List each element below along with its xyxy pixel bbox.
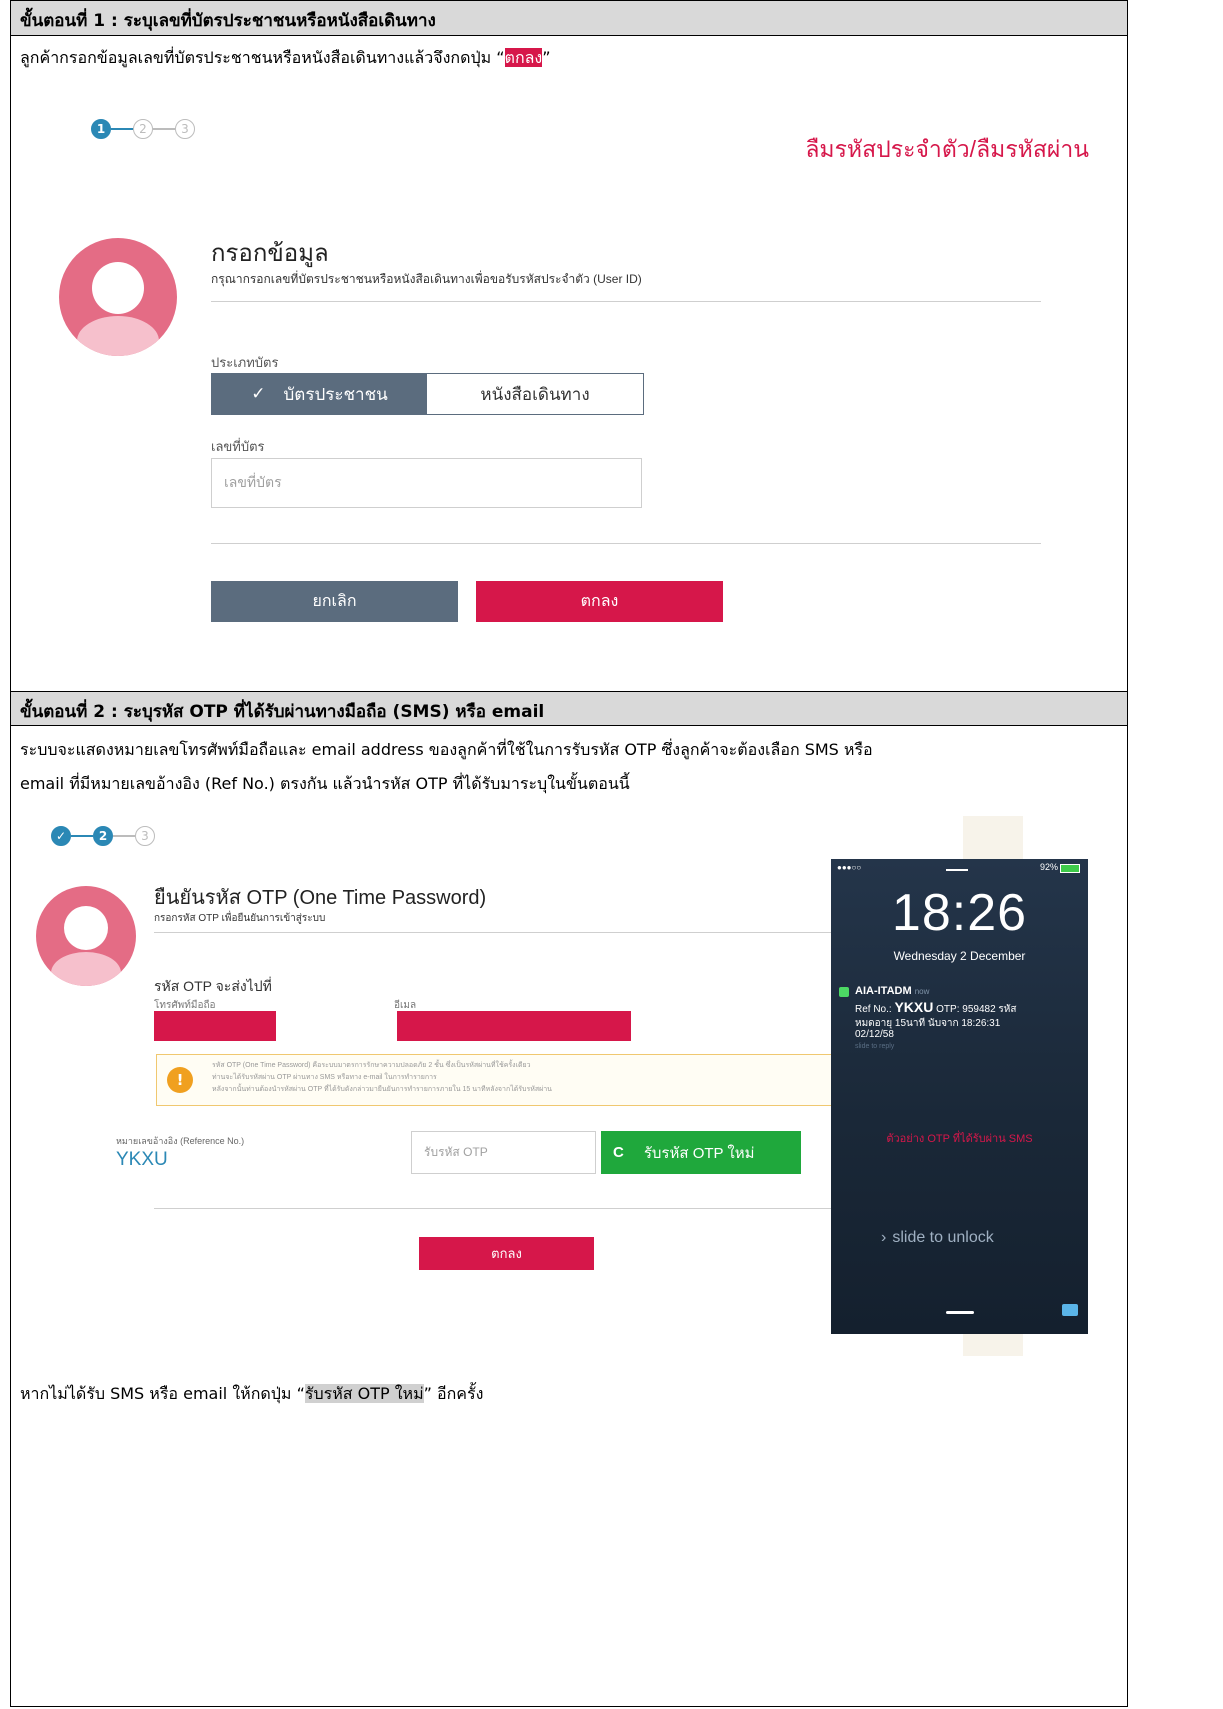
notice-line2: ท่านจะได้รับรหัสผ่าน OTP ผ่านทาง SMS หรื… xyxy=(212,1074,437,1081)
send-to-label: รหัส OTP จะส่งไปที่ xyxy=(154,978,272,994)
sms-sender: AIA-ITADM now xyxy=(855,985,929,997)
ref-value: YKXU xyxy=(116,1149,168,1170)
step2-footer: หากไม่ได้รับ SMS หรือ email ให้กดปุ่ม “ร… xyxy=(20,1382,483,1407)
step-dot-3: 3 xyxy=(175,119,195,139)
slide-to-unlock-label: slide to unlock xyxy=(892,1229,994,1246)
ok-button[interactable]: ตกลง xyxy=(476,581,723,622)
card-type-toggle[interactable]: ✓ บัตรประชาชน หนังสือเดินทาง xyxy=(211,373,644,415)
step1-header: ขั้นตอนที่ 1 : ระบุเลขที่บัตรประชาชนหรือ… xyxy=(11,1,1127,36)
option-id-card[interactable]: ✓ บัตรประชาชน xyxy=(212,374,427,414)
step1-progress-stepper: 1 2 3 xyxy=(91,119,195,139)
sms-ref-prefix: Ref No.: xyxy=(855,1004,892,1015)
step-dot-1: 1 xyxy=(91,119,111,139)
carrier-signal: ●●●○○ xyxy=(837,863,862,872)
form-title: กรอกข้อมูล xyxy=(211,240,329,267)
step-dot-3: 3 xyxy=(135,826,155,846)
resend-otp-button[interactable]: C รับรหัส OTP ใหม่ xyxy=(601,1131,801,1174)
redacted-mobile xyxy=(154,1011,276,1041)
home-indicator xyxy=(946,1311,974,1314)
card-number-input[interactable]: เลขที่บัตร xyxy=(211,458,642,508)
step-done-icon: ✓ xyxy=(51,826,71,846)
step2-paragraph-line1: ระบบจะแสดงหมายเลขโทรศัพท์มือถือและ email… xyxy=(20,740,873,759)
message-icon xyxy=(839,987,849,997)
sms-ref-line: Ref No.: YKXU OTP: 959482 รหัส xyxy=(855,999,1016,1017)
card-type-label: ประเภทบัตร xyxy=(211,355,279,370)
notice-line3: หลังจากนั้นท่านต้องนำรหัสผ่าน OTP ที่ได้… xyxy=(212,1086,552,1093)
slide-to-reply: slide to reply xyxy=(855,1043,895,1050)
divider xyxy=(154,932,834,933)
ref-label: หมายเลขอ้างอิง (Reference No.) xyxy=(116,1136,245,1146)
form-subtitle: กรุณากรอกเลขที่บัตรประชาชนหรือหนังสือเดิ… xyxy=(211,272,642,286)
avatar-icon xyxy=(59,238,177,356)
sms-caption: ตัวอย่าง OTP ที่ได้รับผ่าน SMS xyxy=(886,1133,1033,1145)
ok-button[interactable]: ตกลง xyxy=(419,1237,594,1270)
battery-icon xyxy=(1060,864,1080,873)
sms-time: now xyxy=(914,987,930,996)
step1-screenshot: 1 2 3 ลืมรหัสประจำตัว/ลืมรหัสผ่าน กรอกข้… xyxy=(11,101,1127,696)
step-dot-2: 2 xyxy=(93,826,113,846)
step2-screenshot: ✓ 2 3 ยืนยันรหัส OTP (One Time Password)… xyxy=(11,816,1127,1356)
otp-form-title: ยืนยันรหัส OTP (One Time Password) xyxy=(154,887,487,909)
lock-time: 18:26 xyxy=(891,884,1028,942)
otp-notice-box: ! รหัส OTP (One Time Password) คือระบบมา… xyxy=(156,1054,833,1106)
footer-after: ” อีกครั้ง xyxy=(423,1384,484,1403)
divider xyxy=(211,301,1041,302)
divider-2 xyxy=(154,1208,834,1209)
page-heading: ลืมรหัสประจำตัว/ลืมรหัสผ่าน xyxy=(805,136,1089,162)
otp-form-subtitle: กรอกรหัส OTP เพื่อยืนยันการเข้าสู่ระบบ xyxy=(154,913,326,924)
document-table: ขั้นตอนที่ 1 : ระบุเลขที่บัตรประชาชนหรือ… xyxy=(10,0,1128,1707)
slide-to-unlock: › slide to unlock xyxy=(881,1229,994,1247)
card-number-label: เลขที่บัตร xyxy=(211,439,265,454)
step1-instruction-highlight: ตกลง xyxy=(504,48,543,67)
battery-level: 92% xyxy=(1039,862,1058,872)
refresh-icon: C xyxy=(613,1144,624,1161)
sms-otp-line: OTP: 959482 รหัส xyxy=(936,1004,1017,1015)
notice-line1: รหัส OTP (One Time Password) คือระบบมาตร… xyxy=(212,1062,531,1069)
footer-highlight: รับรหัส OTP ใหม่ xyxy=(304,1384,424,1403)
sms-ref-code: YKXU xyxy=(894,999,934,1015)
camera-icon xyxy=(1062,1304,1078,1316)
resend-otp-label: รับรหัส OTP ใหม่ xyxy=(643,1144,755,1162)
warning-icon: ! xyxy=(167,1067,193,1093)
step-dot-2: 2 xyxy=(133,119,153,139)
status-bar-indicator xyxy=(946,869,968,871)
chevron-right-icon: › xyxy=(881,1229,887,1246)
step2-progress-stepper: ✓ 2 3 xyxy=(51,826,155,846)
footer-before: หากไม่ได้รับ SMS หรือ email ให้กดปุ่ม “ xyxy=(20,1384,305,1403)
phone-lockscreen: ●●●○○ 92% 18:26 Wednesday 2 December AIA… xyxy=(831,859,1088,1334)
option-passport[interactable]: หนังสือเดินทาง xyxy=(427,374,643,414)
step2-header: ขั้นตอนที่ 2 : ระบุรหัส OTP ที่ได้รับผ่า… xyxy=(11,691,1127,726)
redacted-email xyxy=(397,1011,631,1041)
step1-instruction-after: ” xyxy=(542,48,551,67)
option-id-card-label: บัตรประชาชน xyxy=(283,384,388,404)
avatar-icon xyxy=(36,886,136,986)
step1-instruction-before: ลูกค้ากรอกข้อมูลเลขที่บัตรประชาชนหรือหนั… xyxy=(20,48,505,67)
check-icon: ✓ xyxy=(251,384,266,403)
divider-2 xyxy=(211,543,1041,544)
otp-input[interactable]: รับรหัส OTP xyxy=(411,1131,596,1174)
lock-date: Wednesday 2 December xyxy=(893,949,1026,963)
cancel-button[interactable]: ยกเลิก xyxy=(211,581,458,622)
sms-date-line: 02/12/58 xyxy=(855,1029,894,1040)
step2-paragraph-line2: email ที่มีหมายเลขอ้างอิง (Ref No.) ตรงก… xyxy=(20,774,630,793)
step1-instruction: ลูกค้ากรอกข้อมูลเลขที่บัตรประชาชนหรือหนั… xyxy=(20,46,551,71)
sms-sender-name: AIA-ITADM xyxy=(855,985,912,997)
